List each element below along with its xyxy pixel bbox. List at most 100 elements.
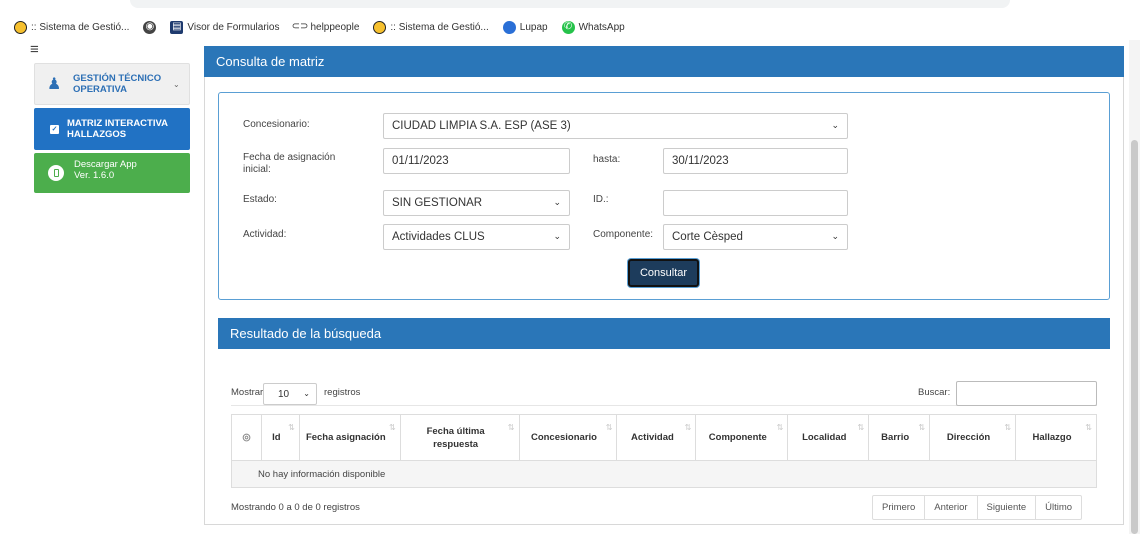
chevron-down-icon: ⌄ — [831, 231, 839, 241]
column-label: Localidad — [802, 432, 847, 443]
bookmark-lupap[interactable]: Lupap — [502, 20, 548, 34]
bookmark-label: Lupap — [519, 21, 548, 33]
id-input[interactable] — [663, 190, 848, 216]
search-input[interactable] — [956, 381, 1097, 406]
sort-icon: ⇅ — [1085, 423, 1092, 432]
browser-tab-strip — [130, 0, 1010, 8]
bookmark-visor-formularios[interactable]: ▤ Visor de Formularios — [170, 20, 280, 34]
column-header-id[interactable]: Id ⇅ — [260, 414, 300, 461]
circle-icon: ◎ — [242, 432, 251, 443]
sidebar-item-gestion-tecnico[interactable]: ♟ GESTIÓN TÉCNICO OPERATIVA ⌄ — [34, 63, 190, 105]
pager-previous-button[interactable]: Anterior — [924, 496, 976, 519]
concesionario-select[interactable]: CIUDAD LIMPIA S.A. ESP (ASE 3) ⌄ — [383, 113, 848, 139]
sidebar-item-descargar-app[interactable]: Descargar App Ver. 1.6.0 — [34, 153, 190, 193]
sidebar-item-label: MATRIZ INTERACTIVA HALLAZGOS — [67, 118, 168, 140]
search-label: Buscar: — [918, 387, 951, 398]
consultar-button[interactable]: Consultar — [628, 259, 699, 287]
hasta-input[interactable]: 30/11/2023 — [663, 148, 848, 174]
bookmark-globe[interactable]: ◉ — [143, 20, 157, 34]
id-label: ID.: — [593, 194, 609, 205]
actividad-select[interactable]: Actividades CLUS ⌄ — [383, 224, 570, 250]
hamburger-menu-icon[interactable]: ≡ — [30, 42, 39, 57]
column-header-barrio[interactable]: Barrio ⇅ — [868, 414, 931, 461]
bookmark-label: WhatsApp — [578, 21, 625, 33]
column-label: Dirección — [946, 432, 991, 443]
hasta-value: 30/11/2023 — [672, 155, 729, 167]
page-length-select[interactable]: 10 ⌄ — [263, 383, 317, 405]
column-header-localidad[interactable]: Localidad ⇅ — [787, 414, 870, 461]
column-header-fecha-asignacion[interactable]: Fecha asignación ⇅ — [298, 414, 401, 461]
form-viewer-icon: ▤ — [170, 20, 184, 34]
empty-message: No hay información disponible — [231, 460, 1097, 488]
results-title: Resultado de la búsqueda — [218, 318, 1110, 349]
column-header-hallazgo[interactable]: Hallazgo ⇅ — [1015, 414, 1097, 461]
page-title: Consulta de matriz — [204, 46, 1124, 77]
column-label: Barrio — [881, 432, 910, 443]
column-label: Concesionario — [530, 432, 597, 443]
sort-icon: ⇅ — [857, 423, 865, 432]
concesionario-value: CIUDAD LIMPIA S.A. ESP (ASE 3) — [392, 120, 571, 132]
bookmark-whatsapp[interactable]: ✆ WhatsApp — [561, 20, 625, 34]
column-label: Id — [272, 432, 281, 443]
pager-last-button[interactable]: Último — [1035, 496, 1081, 519]
column-header-actividad[interactable]: Actividad ⇅ — [616, 414, 697, 461]
sort-icon: ⇅ — [918, 423, 926, 432]
concesionario-label: Concesionario: — [243, 119, 310, 130]
sort-icon: ⇅ — [605, 423, 613, 432]
sort-icon: ⇅ — [684, 423, 692, 432]
chevron-down-icon: ⌄ — [553, 197, 561, 207]
scrollbar-thumb[interactable] — [1131, 140, 1138, 534]
sidebar-item-label: Descargar App Ver. 1.6.0 — [74, 159, 137, 181]
user-icon: ♟ — [47, 76, 62, 93]
column-label: Componente — [708, 432, 767, 443]
actividad-label: Actividad: — [243, 229, 287, 240]
pager-next-button[interactable]: Siguiente — [976, 496, 1036, 519]
sidebar-item-matriz-interactiva[interactable]: ✓ MATRIZ INTERACTIVA HALLAZGOS — [34, 108, 190, 150]
estado-label: Estado: — [243, 194, 277, 205]
estado-value: SIN GESTIONAR — [392, 197, 483, 209]
expand-column-header[interactable]: ◎ — [231, 414, 262, 461]
componente-select[interactable]: Corte Cèsped ⌄ — [663, 224, 848, 250]
column-label: Fecha última respuesta — [426, 425, 485, 450]
column-label: Fecha asignación — [305, 432, 386, 443]
table-header-row: ◎ Id ⇅ Fecha asignación ⇅ Fecha última res… — [231, 414, 1097, 461]
sort-icon: ⇅ — [776, 423, 784, 432]
componente-value: Corte Cèsped — [672, 231, 743, 243]
chevron-down-icon: ⌄ — [303, 389, 310, 398]
componente-label: Componente: — [593, 229, 654, 240]
fecha-asignacion-value: 01/11/2023 — [392, 155, 449, 167]
mobile-device-icon — [48, 165, 64, 181]
bookmark-label: :: Sistema de Gestió... — [31, 21, 130, 33]
actividad-value: Actividades CLUS — [392, 231, 485, 243]
table-info: Mostrando 0 a 0 de 0 registros — [231, 502, 360, 513]
column-header-componente[interactable]: Componente ⇅ — [695, 414, 789, 461]
fecha-asignacion-label: Fecha de asignación inicial: — [243, 152, 336, 175]
bookmark-sistema-gestion-1[interactable]: :: Sistema de Gestió... — [14, 20, 130, 34]
chevron-down-icon: ⌄ — [831, 120, 839, 130]
fecha-asignacion-input[interactable]: 01/11/2023 — [383, 148, 570, 174]
estado-select[interactable]: SIN GESTIONAR ⌄ — [383, 190, 570, 216]
pagination: Primero Anterior Siguiente Último — [872, 495, 1083, 520]
chevron-down-icon: ⌄ — [553, 231, 561, 241]
results-table: ◎ Id ⇅ Fecha asignación ⇅ Fecha última res… — [231, 414, 1097, 488]
sort-icon: ⇅ — [1004, 423, 1012, 432]
column-header-concesionario[interactable]: Concesionario ⇅ — [518, 414, 618, 461]
lupap-icon — [502, 20, 516, 34]
column-header-direccion[interactable]: Dirección ⇅ — [929, 414, 1017, 461]
bookmark-helppeople[interactable]: ⊂⊃ helppeople — [291, 21, 360, 34]
whatsapp-icon: ✆ — [561, 20, 575, 34]
bookmark-sistema-gestion-2[interactable]: :: Sistema de Gestió... — [373, 20, 489, 34]
column-header-fecha-ultima-respuesta[interactable]: Fecha última respuesta ⇅ — [399, 414, 520, 461]
sort-icon: ⇅ — [507, 423, 515, 432]
chevron-down-icon: ⌄ — [173, 79, 180, 89]
column-label: Hallazgo — [1032, 432, 1072, 443]
hasta-label: hasta: — [593, 154, 621, 165]
records-label: registros — [324, 387, 361, 398]
globe-icon: ◉ — [143, 20, 157, 34]
table-row: No hay información disponible — [231, 460, 1097, 488]
bookmark-label: Visor de Formularios — [187, 21, 280, 33]
bookmarks-bar: :: Sistema de Gestió... ◉ ▤ Visor de For… — [0, 16, 1140, 38]
pager-first-button[interactable]: Primero — [873, 496, 924, 519]
helppeople-icon: ⊂⊃ — [291, 21, 309, 32]
smiley-face-icon — [14, 20, 27, 34]
